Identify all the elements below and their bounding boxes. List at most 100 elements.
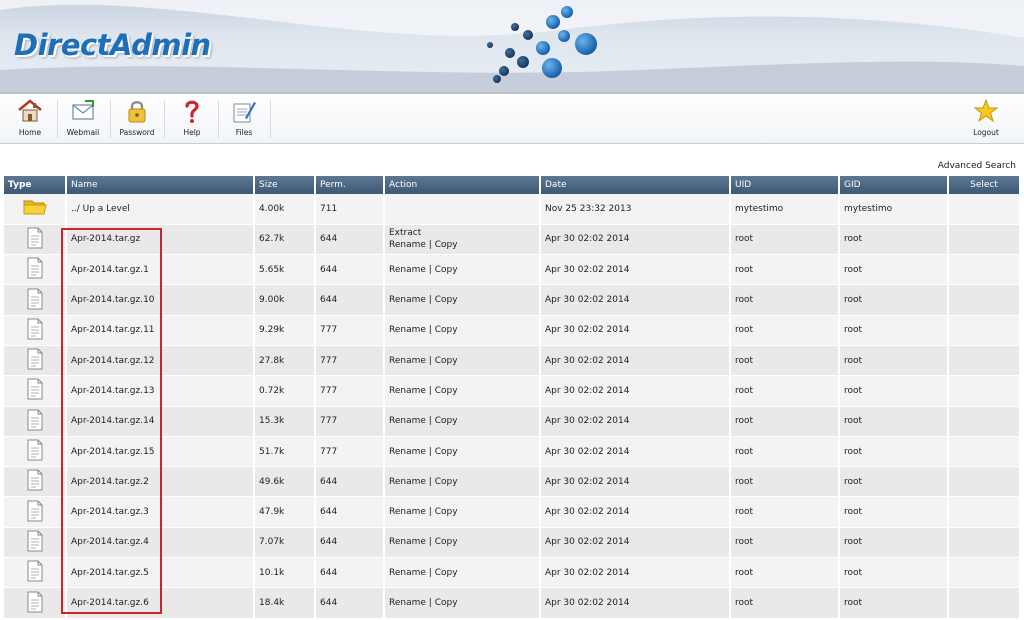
file-icon[interactable] — [25, 288, 45, 310]
copy-link[interactable]: Copy — [435, 477, 458, 487]
select-cell[interactable] — [948, 254, 1021, 286]
copy-link[interactable]: Copy — [435, 447, 458, 457]
rename-link[interactable]: Rename — [389, 447, 426, 457]
file-icon[interactable] — [25, 591, 45, 613]
copy-link[interactable]: Copy — [435, 325, 458, 335]
perm-cell[interactable]: 644 — [315, 284, 385, 316]
file-icon[interactable] — [25, 560, 45, 582]
col-header-type[interactable]: Type — [4, 176, 67, 194]
select-cell[interactable] — [948, 406, 1021, 437]
col-header-uid[interactable]: UID — [730, 176, 840, 194]
perm-cell[interactable]: 644 — [315, 557, 385, 589]
copy-link[interactable]: Copy — [435, 386, 458, 396]
rename-link[interactable]: Rename — [389, 386, 426, 396]
copy-link[interactable]: Copy — [435, 598, 458, 608]
select-cell[interactable] — [948, 315, 1021, 346]
up-level-link[interactable]: ../ Up a Level — [66, 194, 255, 225]
file-icon[interactable] — [25, 227, 45, 249]
file-name-link[interactable]: Apr-2014.tar.gz — [66, 224, 255, 256]
copy-link[interactable]: Copy — [435, 265, 458, 275]
perm-cell[interactable]: 644 — [315, 466, 385, 498]
copy-link[interactable]: Copy — [435, 507, 458, 517]
file-name-link[interactable]: Apr-2014.tar.gz.4 — [66, 527, 255, 559]
perm-cell[interactable]: 644 — [315, 254, 385, 286]
perm-cell[interactable]: 777 — [315, 315, 385, 346]
type-cell — [4, 194, 67, 225]
rename-link[interactable]: Rename — [389, 416, 426, 426]
gid-cell: root — [839, 436, 949, 468]
perm-cell[interactable]: 644 — [315, 527, 385, 559]
toolbar-webmail-button[interactable]: Webmail — [57, 98, 109, 142]
file-icon[interactable] — [25, 378, 45, 400]
folder-icon[interactable] — [22, 197, 48, 217]
col-header-size[interactable]: Size — [254, 176, 316, 194]
copy-link[interactable]: Copy — [435, 295, 458, 305]
select-cell[interactable] — [948, 527, 1021, 559]
rename-link[interactable]: Rename — [389, 265, 426, 275]
file-name-link[interactable]: Apr-2014.tar.gz.5 — [66, 557, 255, 589]
rename-link[interactable]: Rename — [389, 598, 426, 608]
file-name-link[interactable]: Apr-2014.tar.gz.14 — [66, 406, 255, 437]
copy-link[interactable]: Copy — [435, 537, 458, 547]
file-name-link[interactable]: Apr-2014.tar.gz.10 — [66, 284, 255, 316]
copy-link[interactable]: Copy — [435, 568, 458, 578]
rename-link[interactable]: Rename — [389, 295, 426, 305]
file-icon[interactable] — [25, 257, 45, 279]
file-icon[interactable] — [25, 500, 45, 522]
file-icon[interactable] — [25, 409, 45, 431]
select-cell[interactable] — [948, 466, 1021, 498]
rename-link[interactable]: Rename — [389, 568, 426, 578]
select-cell[interactable] — [948, 224, 1021, 256]
col-header-gid[interactable]: GID — [839, 176, 949, 194]
file-name-link[interactable]: Apr-2014.tar.gz.1 — [66, 254, 255, 286]
file-name-link[interactable]: Apr-2014.tar.gz.3 — [66, 496, 255, 528]
perm-cell[interactable]: 777 — [315, 375, 385, 407]
select-cell[interactable] — [948, 436, 1021, 468]
select-cell[interactable] — [948, 496, 1021, 528]
col-header-date[interactable]: Date — [540, 176, 731, 194]
perm-cell[interactable]: 644 — [315, 224, 385, 256]
rename-link[interactable]: Rename — [389, 477, 426, 487]
select-cell[interactable] — [948, 284, 1021, 316]
file-name-link[interactable]: Apr-2014.tar.gz.13 — [66, 375, 255, 407]
perm-cell[interactable]: 644 — [315, 496, 385, 528]
file-name-link[interactable]: Apr-2014.tar.gz.12 — [66, 345, 255, 377]
file-icon[interactable] — [25, 348, 45, 370]
col-header-name[interactable]: Name — [66, 176, 255, 194]
col-header-perm[interactable]: Perm. — [315, 176, 385, 194]
rename-link[interactable]: Rename — [389, 356, 426, 366]
select-cell[interactable] — [948, 587, 1021, 619]
file-name-link[interactable]: Apr-2014.tar.gz.2 — [66, 466, 255, 498]
select-cell[interactable] — [948, 557, 1021, 589]
toolbar-files-button[interactable]: Files — [218, 98, 270, 142]
directadmin-logo[interactable]: DirectAdmin — [14, 28, 211, 62]
file-name-link[interactable]: Apr-2014.tar.gz.11 — [66, 315, 255, 346]
toolbar-logout-button[interactable]: Logout — [960, 98, 1012, 142]
file-icon[interactable] — [25, 469, 45, 491]
extract-link[interactable]: Extract — [389, 228, 421, 238]
copy-link[interactable]: Copy — [435, 356, 458, 366]
file-name-link[interactable]: Apr-2014.tar.gz.6 — [66, 587, 255, 619]
select-cell[interactable] — [948, 345, 1021, 377]
advanced-search-link[interactable]: Advanced Search — [938, 161, 1016, 171]
perm-cell[interactable]: 777 — [315, 436, 385, 468]
action-cell: Rename | Copy — [384, 527, 541, 559]
toolbar-home-button[interactable]: Home — [4, 98, 56, 142]
toolbar-help-button[interactable]: Help — [166, 98, 218, 142]
perm-cell[interactable]: 777 — [315, 345, 385, 377]
rename-link[interactable]: Rename — [389, 240, 426, 250]
col-header-select[interactable]: Select — [948, 176, 1021, 194]
rename-link[interactable]: Rename — [389, 325, 426, 335]
perm-cell[interactable]: 644 — [315, 587, 385, 619]
rename-link[interactable]: Rename — [389, 537, 426, 547]
file-icon[interactable] — [25, 318, 45, 340]
copy-link[interactable]: Copy — [435, 416, 458, 426]
file-name-link[interactable]: Apr-2014.tar.gz.15 — [66, 436, 255, 468]
copy-link[interactable]: Copy — [435, 240, 458, 250]
toolbar-password-button[interactable]: Password — [111, 98, 163, 142]
rename-link[interactable]: Rename — [389, 507, 426, 517]
file-icon[interactable] — [25, 530, 45, 552]
select-cell[interactable] — [948, 375, 1021, 407]
file-icon[interactable] — [25, 439, 45, 461]
perm-cell[interactable]: 777 — [315, 406, 385, 437]
